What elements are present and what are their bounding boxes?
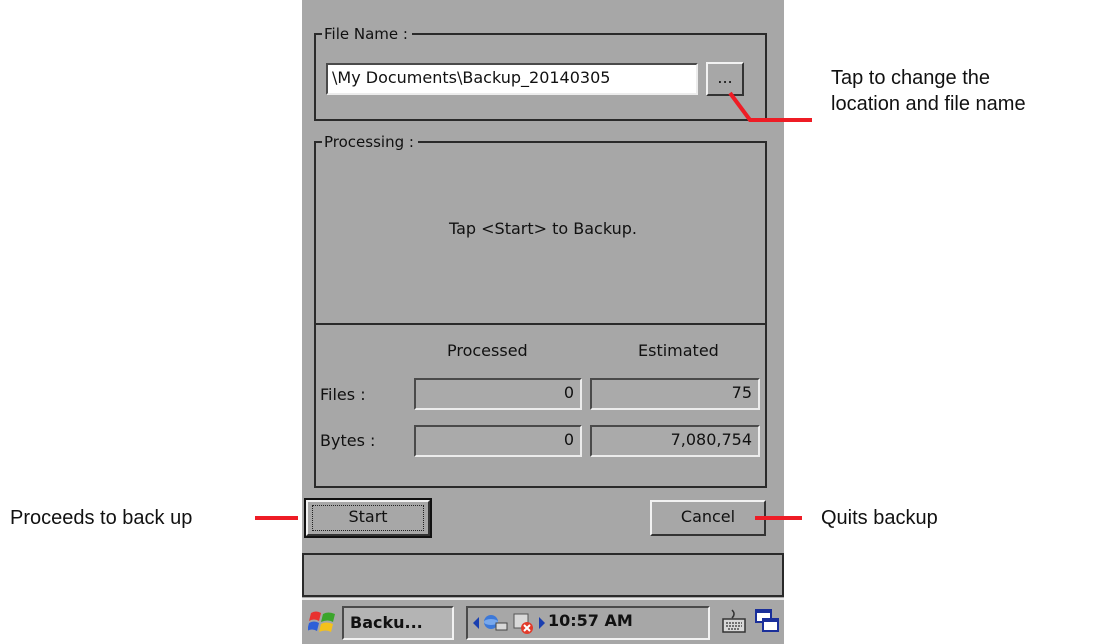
browse-pointer-line	[728, 91, 812, 122]
browse-annotation-line1: Tap to change the	[831, 67, 991, 89]
cancel-annotation: Quits backup	[821, 507, 938, 529]
browse-annotation-line2: location and file name	[831, 93, 1026, 115]
browse-annotation: Tap to change the location and file name	[831, 65, 1026, 117]
start-annotation: Proceeds to back up	[10, 507, 193, 529]
